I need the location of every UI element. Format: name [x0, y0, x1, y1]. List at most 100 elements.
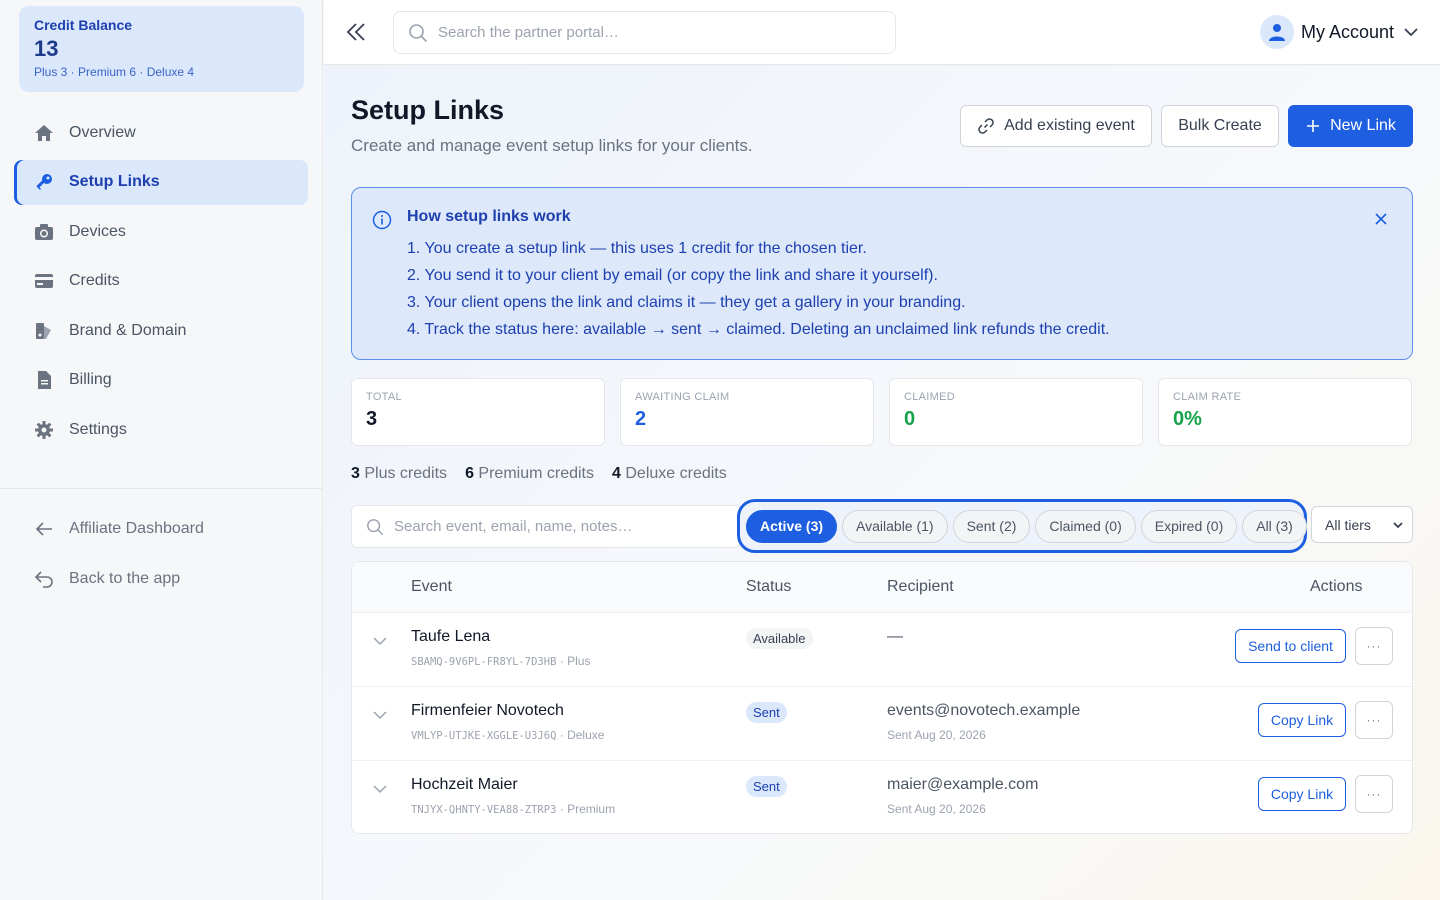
- event-meta: VMLYP-UTJKE-XGGLE-U3J6Q · Deluxe: [411, 728, 604, 742]
- status-badge: Available: [746, 628, 813, 649]
- sidebar-item-settings[interactable]: Settings: [14, 407, 308, 452]
- column-header-status: Status: [746, 578, 792, 595]
- meta-separator: ·: [559, 654, 564, 668]
- tier-count: 6: [465, 465, 474, 482]
- sidebar-item-label: Overview: [69, 123, 136, 141]
- send-to-client-button[interactable]: Send to client: [1235, 629, 1346, 663]
- brand-icon: [34, 321, 54, 341]
- portal-search[interactable]: [393, 11, 896, 54]
- copy-link-button[interactable]: Copy Link: [1258, 703, 1346, 737]
- sidebar-item-billing[interactable]: Billing: [14, 358, 308, 403]
- tier-label: Deluxe credits: [625, 465, 727, 482]
- stat-value: 0: [904, 408, 916, 430]
- sidebar-item-label: Credits: [69, 272, 120, 289]
- meta-separator: ·: [559, 802, 564, 816]
- info-title: How setup links work: [407, 208, 571, 225]
- tier-credit-deluxe: 4 Deluxe credits: [612, 465, 727, 483]
- more-actions-button[interactable]: ···: [1355, 627, 1393, 665]
- chevron-down-icon: [373, 711, 387, 720]
- sidebar-secondary-nav: Affiliate Dashboard Back to the app: [14, 506, 308, 606]
- credit-card-icon: [34, 271, 54, 291]
- stat-value: 3: [366, 408, 378, 430]
- link-code: VMLYP-UTJKE-XGGLE-U3J6Q: [411, 730, 557, 742]
- filter-pill-expired[interactable]: Expired (0): [1140, 509, 1238, 543]
- filter-pill-claimed[interactable]: Claimed (0): [1035, 509, 1136, 543]
- stat-claimed: CLAIMED 0: [889, 378, 1143, 446]
- stat-label: CLAIM RATE: [1173, 391, 1242, 403]
- expand-row-button[interactable]: [372, 781, 388, 797]
- page-title: Setup Links: [351, 95, 505, 125]
- status-badge: Sent: [746, 702, 787, 723]
- filter-pill-available[interactable]: Available (1): [842, 509, 948, 543]
- event-tier: Premium: [567, 802, 616, 816]
- filter-pill-active[interactable]: Active (3): [746, 509, 838, 543]
- table-header: Event Status Recipient Actions: [352, 562, 1412, 613]
- sidebar-item-overview[interactable]: Overview: [14, 110, 308, 155]
- key-icon: [34, 172, 54, 192]
- portal-search-input[interactable]: [438, 24, 878, 41]
- plus-icon: [1305, 118, 1321, 134]
- setup-links-table: Event Status Recipient Actions Taufe Len…: [351, 561, 1413, 834]
- tier-credit-plus: 3 Plus credits: [351, 465, 447, 483]
- expand-row-button[interactable]: [372, 633, 388, 649]
- stat-label: CLAIMED: [904, 391, 955, 403]
- more-actions-button[interactable]: ···: [1355, 701, 1393, 739]
- return-icon: [34, 569, 54, 589]
- stat-label: AWAITING CLAIM: [635, 391, 730, 403]
- bulk-create-button[interactable]: Bulk Create: [1161, 105, 1279, 147]
- sidebar-nav: Overview Setup Links Devices Credits Bra…: [14, 110, 308, 457]
- add-existing-event-button[interactable]: Add existing event: [960, 105, 1152, 147]
- filter-pill-all[interactable]: All (3): [1242, 509, 1307, 543]
- recipient: events@novotech.example: [887, 702, 1081, 719]
- stats-row: TOTAL 3 AWAITING CLAIM 2 CLAIMED 0 CLAIM…: [351, 378, 1413, 446]
- info-step: 2. You send it to your client by email (…: [407, 267, 938, 284]
- filter-pill-sent[interactable]: Sent (2): [952, 509, 1031, 543]
- new-link-button[interactable]: New Link: [1288, 105, 1413, 147]
- new-link-label: New Link: [1330, 117, 1396, 134]
- collapse-sidebar-button[interactable]: [344, 20, 368, 44]
- copy-link-button[interactable]: Copy Link: [1258, 777, 1346, 811]
- column-header-actions: Actions: [1310, 578, 1363, 595]
- tier-credit-premium: 6 Premium credits: [465, 465, 594, 483]
- sidebar: Credit Balance 13 Plus 3 · Premium 6 · D…: [0, 0, 323, 900]
- sidebar-item-back-to-app[interactable]: Back to the app: [14, 556, 308, 601]
- camera-icon: [34, 222, 54, 242]
- sidebar-item-brand-domain[interactable]: Brand & Domain: [14, 308, 308, 353]
- sidebar-item-label: Setup Links: [69, 173, 160, 190]
- event-tier: Deluxe: [567, 728, 605, 742]
- sidebar-item-label: Brand & Domain: [69, 321, 187, 339]
- event-meta: SBAMQ-9V6PL-FR8YL-7D3HB · Plus: [411, 654, 590, 668]
- sidebar-item-devices[interactable]: Devices: [14, 209, 308, 254]
- more-actions-button[interactable]: ···: [1355, 775, 1393, 813]
- info-steps: 1. You create a setup link — this uses 1…: [407, 238, 1110, 346]
- credit-balance-detail: Plus 3 · Premium 6 · Deluxe 4: [34, 65, 195, 79]
- link-search[interactable]: [351, 505, 741, 548]
- link-icon: [977, 117, 995, 135]
- sidebar-item-credits[interactable]: Credits: [14, 259, 308, 304]
- gear-icon: [34, 420, 54, 440]
- page-subtitle: Create and manage event setup links for …: [351, 136, 753, 155]
- sidebar-item-setup-links[interactable]: Setup Links: [14, 159, 308, 205]
- sidebar-item-label: Settings: [69, 420, 127, 438]
- stat-value: 0%: [1173, 408, 1202, 430]
- stat-total: TOTAL 3: [351, 378, 605, 446]
- event-meta: TNJYX-QHNTY-VEA88-ZTRP3 · Premium: [411, 802, 615, 816]
- account-menu[interactable]: My Account: [1259, 14, 1420, 50]
- stat-value: 2: [635, 408, 647, 430]
- home-icon: [34, 123, 54, 143]
- tier-filter-select[interactable]: All tiers: [1311, 506, 1413, 543]
- expand-row-button[interactable]: [372, 707, 388, 723]
- sent-date: Sent Aug 20, 2026: [887, 728, 986, 742]
- credit-balance-label: Credit Balance: [34, 17, 133, 33]
- more-icon: ···: [1366, 713, 1382, 727]
- chevron-down-icon: [1404, 28, 1418, 37]
- tier-count: 3: [351, 465, 360, 482]
- sidebar-item-label: Billing: [69, 371, 112, 388]
- link-search-input[interactable]: [394, 518, 714, 535]
- stat-claim-rate: CLAIM RATE 0%: [1158, 378, 1412, 446]
- sidebar-item-affiliate-dashboard[interactable]: Affiliate Dashboard: [14, 506, 308, 551]
- sidebar-divider: [0, 488, 322, 489]
- stat-label: TOTAL: [366, 391, 402, 403]
- close-info-button[interactable]: [1374, 212, 1388, 231]
- event-name: Hochzeit Maier: [411, 776, 518, 793]
